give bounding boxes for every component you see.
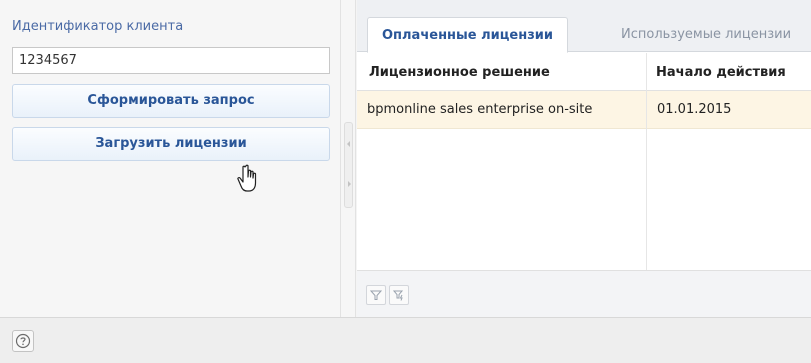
tab-paid-licenses[interactable]: Оплаченные лицензии (367, 17, 568, 53)
filter-lightning-icon (393, 290, 404, 301)
help-button[interactable] (12, 330, 34, 352)
grid-header: Лицензионное решение Начало действия (357, 53, 811, 91)
cell-start-date: 01.01.2015 (657, 102, 732, 117)
table-row[interactable]: bpmonline sales enterprise on-site 01.01… (357, 91, 811, 129)
splitter-handle[interactable] (344, 122, 353, 208)
client-id-label: Идентификатор клиента (12, 19, 184, 34)
grid-body: bpmonline sales enterprise on-site 01.01… (357, 91, 811, 270)
column-divider (646, 53, 647, 270)
help-icon (15, 333, 31, 349)
upload-licenses-button[interactable]: Загрузить лицензии (12, 127, 330, 161)
filter-icon (370, 290, 382, 300)
tab-strip: Оплаченные лицензии Используемые лицензи… (357, 0, 811, 53)
collapse-left-icon[interactable] (347, 141, 350, 147)
column-header-license-solution[interactable]: Лицензионное решение (369, 53, 550, 91)
cell-license-solution: bpmonline sales enterprise on-site (367, 102, 593, 117)
generate-request-button[interactable]: Сформировать запрос (12, 84, 330, 118)
licenses-panel: Оплаченные лицензии Используемые лицензи… (357, 0, 811, 317)
hand-cursor-icon (237, 164, 257, 192)
filter-button[interactable] (366, 285, 386, 305)
quick-filter-button[interactable] (389, 285, 409, 305)
column-header-start-date[interactable]: Начало действия (656, 53, 786, 91)
grid-footer (357, 270, 811, 317)
panel-splitter[interactable] (340, 0, 356, 317)
left-panel: Идентификатор клиента Сформировать запро… (0, 0, 340, 317)
bottom-bar (0, 317, 811, 363)
expand-right-icon[interactable] (348, 181, 351, 187)
client-id-input[interactable] (12, 47, 330, 74)
tab-used-licenses[interactable]: Используемые лицензии (607, 17, 805, 53)
